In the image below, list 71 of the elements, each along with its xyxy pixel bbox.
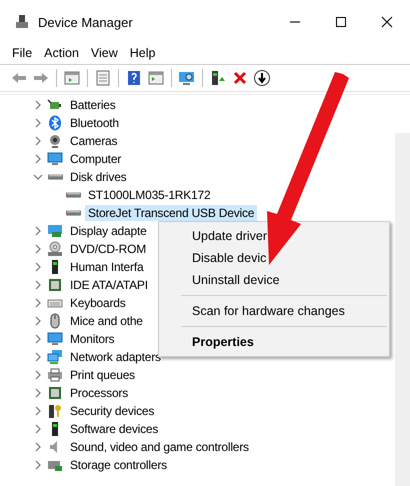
download-icon[interactable] (253, 69, 271, 87)
menu-item[interactable]: Uninstall device (159, 269, 389, 291)
security-key-icon (47, 403, 63, 419)
window-title: Device Manager (38, 14, 134, 30)
tree-item[interactable]: StoreJet Transcend USB Device (85, 205, 258, 221)
webcam-icon (47, 133, 63, 149)
menu-item[interactable]: Action (40, 46, 83, 60)
tree-item[interactable]: Computer (67, 151, 124, 167)
expand-chevron-icon[interactable] (33, 442, 43, 452)
help-icon[interactable] (125, 69, 143, 87)
expand-chevron-icon[interactable] (33, 424, 43, 434)
expand-chevron-icon[interactable] (33, 334, 43, 344)
expand-chevron-icon[interactable] (33, 226, 43, 236)
tree-item[interactable]: Disk drives (67, 169, 130, 185)
printer-icon (47, 367, 63, 383)
bluetooth-icon (47, 115, 63, 131)
window-icon[interactable] (147, 69, 165, 87)
menu-item[interactable]: Help (126, 46, 160, 60)
expand-chevron-icon[interactable] (33, 244, 43, 254)
expand-chevron-icon[interactable] (33, 370, 43, 380)
app-icon (14, 14, 30, 30)
drive-icon (66, 192, 81, 198)
tree-item[interactable]: Storage controllers (67, 457, 170, 473)
monitor-icon (47, 331, 63, 347)
device-update-icon[interactable] (209, 69, 227, 87)
tree-item[interactable]: Monitors (67, 331, 118, 347)
tree-item[interactable]: Security devices (67, 403, 158, 419)
collapse-chevron-icon[interactable] (33, 172, 43, 182)
tree-item[interactable]: Batteries (67, 97, 119, 113)
expand-chevron-icon[interactable] (33, 316, 43, 326)
menu-item[interactable]: File (8, 46, 36, 60)
chip-icon (47, 277, 63, 293)
tree-item[interactable]: ST1000LM035-1RK172 (85, 187, 214, 203)
expand-chevron-icon[interactable] (33, 154, 43, 164)
disc-drive-icon (47, 241, 63, 257)
display-adapter-icon (47, 223, 63, 239)
tree-item[interactable]: Processors (67, 385, 132, 401)
expand-chevron-icon[interactable] (33, 118, 43, 128)
tree-item[interactable]: Display adapte (67, 223, 150, 239)
menu-item[interactable]: Update driver (159, 225, 389, 247)
tree-item[interactable]: Cameras (67, 133, 120, 149)
document-icon[interactable] (94, 69, 112, 87)
menu-item[interactable]: Scan for hardware changes (159, 300, 389, 322)
window-icon[interactable] (63, 69, 81, 87)
expand-chevron-icon[interactable] (33, 136, 43, 146)
network-icon (47, 349, 63, 365)
expand-chevron-icon[interactable] (33, 352, 43, 362)
tree-item[interactable]: IDE ATA/ATAPI (67, 277, 151, 293)
expand-chevron-icon[interactable] (33, 100, 43, 110)
tree-item[interactable]: Keyboards (67, 295, 129, 311)
drive-icon (48, 174, 63, 180)
tree-item[interactable]: Software devices (67, 421, 162, 437)
tree-item[interactable]: DVD/CD-ROM (67, 241, 149, 257)
tree-item[interactable]: Human Interfa (67, 259, 146, 275)
expand-chevron-icon[interactable] (33, 388, 43, 398)
monitor-icon (47, 151, 63, 167)
drive-icon (66, 210, 81, 216)
menu-item[interactable]: Disable devic (159, 247, 389, 269)
expand-chevron-icon[interactable] (33, 298, 43, 308)
monitor-search-icon[interactable] (178, 69, 196, 87)
tree-item[interactable]: Print queues (67, 367, 138, 383)
expand-chevron-icon[interactable] (33, 406, 43, 416)
tree-item[interactable]: Mice and othe (67, 313, 146, 329)
remove-x-icon[interactable] (231, 69, 249, 87)
chip-icon (47, 385, 63, 401)
tree-item[interactable]: Sound, video and game controllers (67, 439, 252, 455)
menu-item[interactable]: View (86, 46, 122, 60)
expand-chevron-icon[interactable] (33, 280, 43, 290)
expand-chevron-icon[interactable] (33, 460, 43, 470)
tree-item[interactable]: Bluetooth (67, 115, 122, 131)
expand-chevron-icon[interactable] (33, 262, 43, 272)
